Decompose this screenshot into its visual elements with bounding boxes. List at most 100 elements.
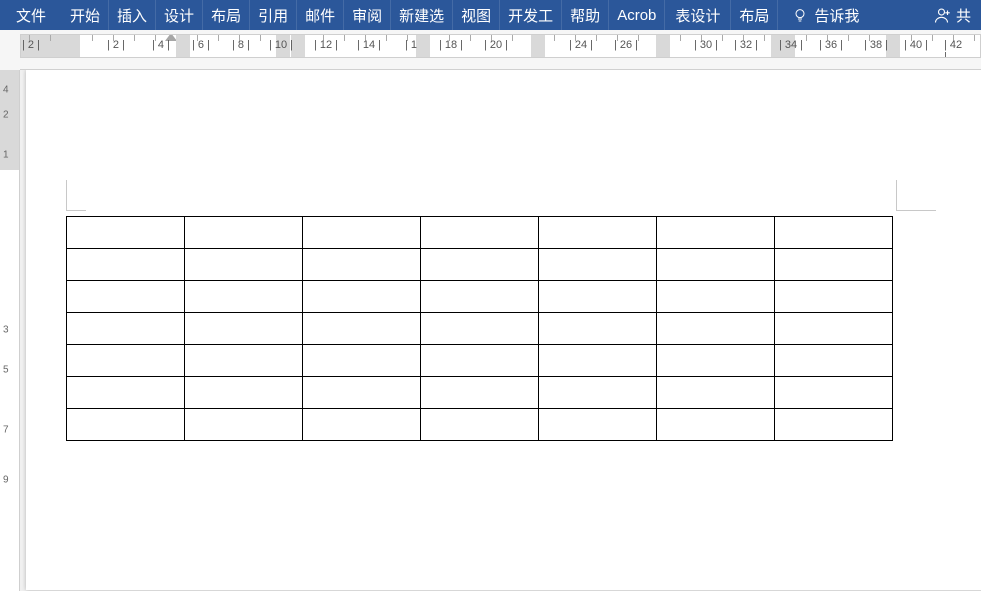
workspace: 4213579	[0, 70, 981, 591]
tab-mailings[interactable]: 邮件	[297, 0, 344, 30]
ruler-tick	[470, 35, 471, 41]
tab-file[interactable]: 文件	[0, 0, 62, 30]
table-cell[interactable]	[539, 345, 657, 377]
ruler-number: | 10 |	[269, 39, 293, 51]
table-cell[interactable]	[421, 249, 539, 281]
table-cell[interactable]	[657, 345, 775, 377]
v-ruler-number: 4	[3, 85, 9, 96]
tell-me-label: 告诉我	[814, 5, 859, 26]
table-row[interactable]	[67, 249, 893, 281]
table-cell[interactable]	[421, 217, 539, 249]
table-cell[interactable]	[303, 377, 421, 409]
table-cell[interactable]	[539, 217, 657, 249]
table-cell[interactable]	[421, 377, 539, 409]
horizontal-ruler[interactable]: | 2 || 2 || 4 || 6 || 8 || 10 || 12 || 1…	[20, 34, 981, 58]
table-cell[interactable]	[539, 281, 657, 313]
ruler-tick	[554, 35, 555, 41]
table-cell[interactable]	[185, 217, 303, 249]
table-cell[interactable]	[303, 249, 421, 281]
table-cell[interactable]	[775, 217, 893, 249]
tab-home[interactable]: 开始	[62, 0, 109, 30]
ruler-tab-marker	[176, 35, 190, 57]
table-row[interactable]	[67, 377, 893, 409]
hanging-indent-marker[interactable]	[70, 57, 82, 58]
vertical-ruler[interactable]: 4213579	[0, 70, 20, 591]
share-button[interactable]: 共	[928, 0, 977, 30]
table-cell[interactable]	[775, 409, 893, 441]
table-cell[interactable]	[539, 377, 657, 409]
table-cell[interactable]	[303, 281, 421, 313]
table-cell[interactable]	[421, 281, 539, 313]
ruler-number: | 32 |	[734, 39, 758, 51]
table-cell[interactable]	[185, 249, 303, 281]
table-cell[interactable]	[775, 313, 893, 345]
table-cell[interactable]	[67, 281, 185, 313]
table-cell[interactable]	[67, 217, 185, 249]
tab-references[interactable]: 引用	[250, 0, 297, 30]
table-cell[interactable]	[185, 313, 303, 345]
table-row[interactable]	[67, 281, 893, 313]
margin-guide	[896, 210, 936, 211]
tab-new[interactable]: 新建选	[391, 0, 453, 30]
margin-guide	[66, 180, 67, 210]
table-cell[interactable]	[303, 313, 421, 345]
tab-developer[interactable]: 开发工	[500, 0, 562, 30]
table-cell[interactable]	[185, 345, 303, 377]
tab-table-layout[interactable]: 布局	[731, 0, 778, 30]
table-cell[interactable]	[185, 377, 303, 409]
tab-design[interactable]: 设计	[156, 0, 203, 30]
table-cell[interactable]	[303, 217, 421, 249]
table-cell[interactable]	[775, 377, 893, 409]
tab-layout[interactable]: 布局	[203, 0, 250, 30]
tab-table-design[interactable]: 表设计	[665, 0, 731, 30]
right-indent-marker[interactable]	[885, 57, 897, 58]
table-cell[interactable]	[657, 409, 775, 441]
tab-insert[interactable]: 插入	[109, 0, 156, 30]
ruler-tab-marker	[886, 35, 900, 57]
table-row[interactable]	[67, 313, 893, 345]
ruler-tick	[386, 35, 387, 41]
ruler-corner	[0, 30, 20, 70]
table-cell[interactable]	[657, 249, 775, 281]
table-cell[interactable]	[421, 313, 539, 345]
table-cell[interactable]	[67, 313, 185, 345]
ruler-number: | 26 |	[614, 39, 638, 51]
table-cell[interactable]	[657, 281, 775, 313]
table-cell[interactable]	[657, 377, 775, 409]
table-cell[interactable]	[67, 377, 185, 409]
table-cell[interactable]	[775, 249, 893, 281]
table-cell[interactable]	[539, 313, 657, 345]
table-row[interactable]	[67, 345, 893, 377]
table-cell[interactable]	[539, 249, 657, 281]
ruler-tick	[92, 35, 93, 41]
document-page[interactable]	[26, 70, 981, 590]
tab-view[interactable]: 视图	[453, 0, 500, 30]
table-cell[interactable]	[67, 409, 185, 441]
table-cell[interactable]	[67, 345, 185, 377]
ruler-number: | 18 |	[439, 39, 463, 51]
table-cell[interactable]	[303, 409, 421, 441]
table-cell[interactable]	[657, 217, 775, 249]
table-cell[interactable]	[657, 313, 775, 345]
table-cell[interactable]	[421, 409, 539, 441]
page-area[interactable]	[20, 70, 981, 591]
tab-help[interactable]: 帮助	[562, 0, 609, 30]
tell-me[interactable]: 告诉我	[782, 0, 869, 30]
tab-review[interactable]: 审阅	[344, 0, 391, 30]
table-cell[interactable]	[185, 409, 303, 441]
document-table[interactable]	[66, 216, 893, 441]
table-cell[interactable]	[421, 345, 539, 377]
table-cell[interactable]	[67, 249, 185, 281]
ruler-tick	[50, 35, 51, 41]
tab-acrobat[interactable]: Acrob	[609, 0, 665, 30]
table-row[interactable]	[67, 217, 893, 249]
ruler-number: | 2 |	[22, 39, 40, 51]
ruler-tick	[344, 35, 345, 41]
table-cell[interactable]	[303, 345, 421, 377]
table-row[interactable]	[67, 409, 893, 441]
table-cell[interactable]	[185, 281, 303, 313]
table-cell[interactable]	[775, 281, 893, 313]
table-cell[interactable]	[775, 345, 893, 377]
table-cell[interactable]	[539, 409, 657, 441]
margin-guide	[66, 210, 86, 211]
